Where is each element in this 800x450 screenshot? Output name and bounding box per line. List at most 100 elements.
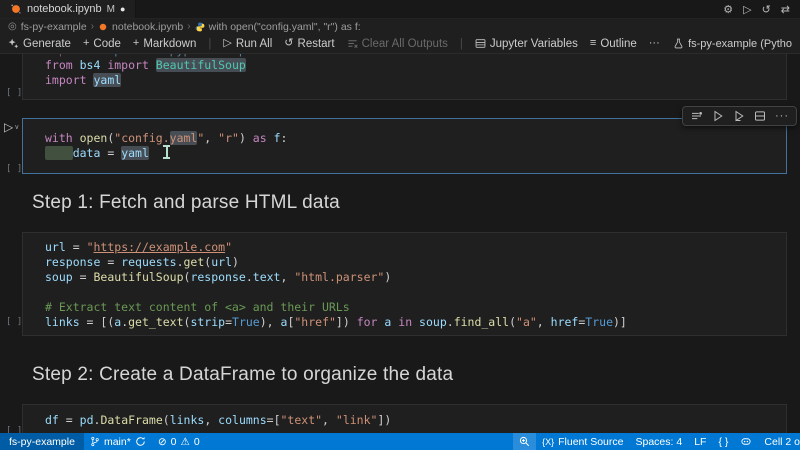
- unsaved-dot-icon[interactable]: ●: [120, 4, 125, 14]
- eol-status[interactable]: LF: [688, 433, 712, 450]
- code-line: response = requests.get(url): [45, 255, 239, 269]
- play-icon: ▷: [4, 120, 14, 134]
- breadcrumb-folder[interactable]: fs-py-example: [21, 21, 87, 33]
- breadcrumb: ◎ fs-py-example › notebook.ipynb › with …: [0, 19, 800, 34]
- execution-count: [ ]: [6, 426, 23, 433]
- breadcrumb-separator: ›: [187, 21, 191, 32]
- generate-button[interactable]: Generate: [8, 38, 71, 50]
- problems-status[interactable]: ⊘ 0 ⚠ 0: [152, 433, 206, 450]
- code-line: df = pd.DataFrame(links, columns=["text"…: [45, 413, 392, 427]
- sync-changes-icon: [136, 437, 145, 446]
- code-line: links = [(a.get_text(strip=True), a["hre…: [45, 315, 627, 329]
- sparkle-icon: [8, 38, 19, 49]
- code-editor[interactable]: with open("config.yaml", "r") as f: data…: [23, 131, 786, 161]
- spaces-label: Spaces: 4: [635, 435, 683, 448]
- language-mode-status[interactable]: { }: [712, 433, 734, 450]
- fluent-source-label: Fluent Source: [558, 435, 624, 448]
- python-icon: [195, 22, 204, 31]
- code-editor[interactable]: df = pd.DataFrame(links, columns=["text"…: [23, 413, 786, 428]
- add-code-cell-button[interactable]: + Code: [83, 38, 121, 50]
- fluent-source-status[interactable]: {X} Fluent Source: [536, 433, 629, 450]
- branch-label: main*: [103, 435, 131, 448]
- git-modified-badge: M: [106, 3, 115, 15]
- outline-label: Outline: [600, 37, 637, 50]
- restart-button[interactable]: ↺ Restart: [284, 38, 334, 50]
- split-cell-icon[interactable]: [754, 110, 766, 122]
- warnings-icon: ⚠: [180, 435, 190, 448]
- tab-title: notebook.ipynb: [27, 3, 102, 15]
- code-editor[interactable]: url = "https://example.com" response = r…: [23, 240, 786, 330]
- toolbar-separator: |: [459, 37, 463, 50]
- jupyter-variables-label: Jupyter Variables: [489, 37, 578, 50]
- kernel-picker[interactable]: fs-py-example (Pytho: [673, 38, 792, 50]
- tab-notebook[interactable]: notebook.ipynb M ●: [0, 0, 137, 18]
- fluent-source-icon: {X}: [542, 436, 555, 447]
- more-actions-button[interactable]: ···: [649, 38, 660, 49]
- code-cell-config-active[interactable]: with open("config.yaml", "r") as f: data…: [22, 118, 787, 174]
- status-bar-right: {X} Fluent Source Spaces: 4 LF { } Cell …: [513, 433, 800, 450]
- play-icon: ▷: [223, 37, 232, 49]
- jupyter-variables-button[interactable]: Jupyter Variables: [475, 38, 578, 50]
- breadcrumb-symbol[interactable]: with open("config.yaml", "r") as f:: [209, 21, 361, 33]
- run-below-icon[interactable]: [733, 110, 745, 122]
- branch-icon: [91, 436, 99, 447]
- restart-icon: ↺: [284, 37, 294, 49]
- warnings-count: 0: [193, 435, 200, 448]
- notebook-editor: import matplotlib.pyplot as plt from bs4…: [0, 54, 800, 433]
- run-all-label: Run All: [235, 37, 273, 50]
- toolbar-separator: |: [208, 37, 212, 50]
- cell-toolbar: ···: [682, 106, 797, 126]
- copilot-status[interactable]: [734, 433, 758, 450]
- more-actions-icon[interactable]: ···: [775, 110, 789, 122]
- notebook-toolbar: Generate + Code + Markdown | ▷ Run All ↺…: [0, 34, 800, 54]
- add-markdown-cell-button[interactable]: + Markdown: [133, 38, 197, 50]
- clipped-code-line: import matplotlib.pyplot as plt: [45, 54, 786, 58]
- code-cell-dataframe[interactable]: df = pd.DataFrame(links, columns=["text"…: [22, 404, 787, 433]
- code-line: url = "https://example.com": [45, 240, 232, 254]
- zoom-button[interactable]: [513, 433, 537, 450]
- variables-table-icon: [475, 39, 486, 48]
- code-line: import yaml: [45, 73, 122, 87]
- outline-button[interactable]: ≡ Outline: [590, 38, 637, 50]
- kernel-label: fs-py-example (Pytho: [688, 37, 792, 50]
- breadcrumb-file[interactable]: notebook.ipynb: [112, 21, 183, 33]
- markdown-cell-step2[interactable]: Step 2: Create a DataFrame to organize t…: [32, 364, 453, 386]
- outline-list-icon: ≡: [589, 37, 597, 49]
- cell-indicator[interactable]: Cell 2 o: [758, 433, 800, 450]
- remote-indicator[interactable]: fs-py-example: [0, 433, 84, 450]
- code-line: # Extract text content of <a> and their …: [45, 300, 350, 314]
- clear-all-outputs-button[interactable]: Clear All Outputs: [347, 38, 448, 50]
- cell-indicator-label: Cell 2 o: [764, 435, 800, 448]
- git-branch-status[interactable]: main*: [84, 433, 152, 450]
- magnifier-plus-icon: [519, 436, 530, 447]
- copilot-icon: [741, 438, 751, 445]
- eol-label: LF: [694, 435, 707, 448]
- code-cell-imports[interactable]: import matplotlib.pyplot as plt from bs4…: [22, 54, 787, 100]
- code-cell-fetch[interactable]: url = "https://example.com" response = r…: [22, 232, 787, 336]
- restart-label: Restart: [297, 37, 335, 50]
- code-editor[interactable]: import matplotlib.pyplot as plt from bs4…: [23, 54, 786, 88]
- switch-kernel-icon[interactable]: ⇄: [781, 3, 790, 16]
- run-above-icon[interactable]: [712, 110, 724, 122]
- status-bar: fs-py-example main* ⊘ 0 ⚠ 0 {X} Fluent S: [0, 433, 800, 450]
- jupyter-icon: [99, 23, 107, 30]
- code-line: from bs4 import BeautifulSoup: [45, 58, 246, 72]
- code-line: data = yaml: [45, 146, 786, 161]
- code-line: soup = BeautifulSoup(response.text, "htm…: [45, 270, 392, 284]
- run-icon[interactable]: ▷: [743, 3, 751, 16]
- run-cell-button[interactable]: ▷ ∨: [4, 120, 19, 134]
- markdown-label: Markdown: [143, 37, 197, 50]
- execution-count: [ ]: [6, 88, 23, 98]
- edit-cell-icon[interactable]: [690, 110, 703, 122]
- generate-label: Generate: [23, 37, 71, 50]
- clear-outputs-icon: [347, 40, 358, 48]
- clear-all-outputs-label: Clear All Outputs: [361, 37, 448, 50]
- run-all-button[interactable]: ▷ Run All: [223, 38, 272, 50]
- markdown-cell-step1[interactable]: Step 1: Fetch and parse HTML data: [32, 192, 340, 214]
- indentation-status[interactable]: Spaces: 4: [629, 433, 688, 450]
- restart-kernel-icon[interactable]: ↺: [762, 3, 771, 16]
- chevron-down-icon: ∨: [14, 124, 20, 131]
- remote-label: fs-py-example: [9, 435, 75, 448]
- settings-gear-icon[interactable]: ⚙: [723, 3, 733, 16]
